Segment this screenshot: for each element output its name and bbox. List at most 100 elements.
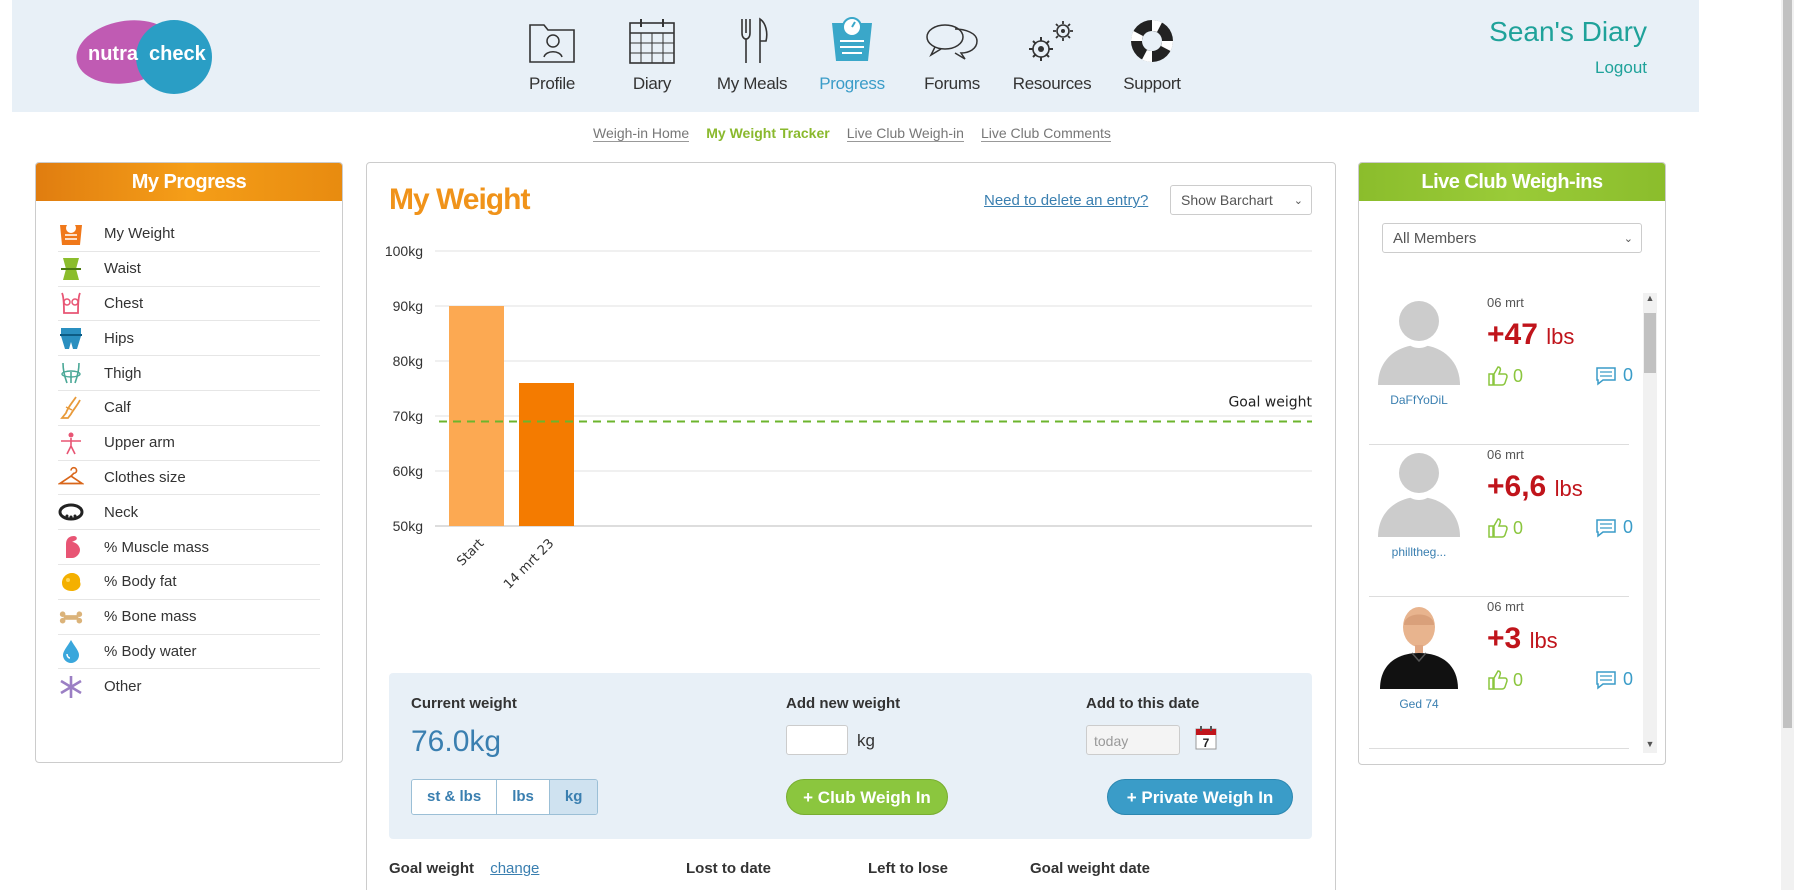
comment-count: 0: [1623, 365, 1634, 385]
avatar[interactable]: [1374, 445, 1464, 537]
nav-label: My Meals: [716, 74, 788, 93]
neck-icon: [58, 499, 84, 525]
chart-type-value: Show Barchart: [1181, 192, 1273, 208]
progress-item-upper-arm[interactable]: Upper arm: [58, 426, 320, 461]
progress-item-body-fat[interactable]: % Body fat: [58, 565, 320, 600]
weight-change-value: +47: [1487, 318, 1538, 351]
page-scroll-thumb[interactable]: [1783, 0, 1792, 728]
scroll-up-arrow-icon[interactable]: ▲: [1643, 293, 1657, 307]
progress-item-label: Other: [104, 678, 142, 696]
goal-weight-stat: Goal weight change: [389, 860, 539, 877]
page-scrollbar[interactable]: [1781, 0, 1794, 890]
nutracheck-logo[interactable]: nutra check: [74, 14, 219, 94]
progress-item-muscle-mass[interactable]: % Muscle mass: [58, 530, 320, 565]
progress-item-waist[interactable]: Waist: [58, 252, 320, 287]
my-weight-panel: My Weight Need to delete an entry? Show …: [366, 162, 1336, 890]
my-weight-title: My Weight: [389, 183, 530, 216]
calendar-icon: [624, 16, 680, 66]
nav-diary[interactable]: Diary: [602, 16, 702, 94]
nav-label: Profile: [528, 74, 576, 93]
new-weight-unit: kg: [857, 731, 875, 750]
nav-profile[interactable]: Profile: [502, 16, 602, 94]
like-button[interactable]: 0: [1487, 669, 1523, 691]
subnav-live-club-comments[interactable]: Live Club Comments: [980, 125, 1111, 142]
feed-scroll-thumb[interactable]: [1644, 313, 1656, 373]
logo-text-right: check: [149, 43, 207, 65]
progress-item-my-weight[interactable]: My Weight: [58, 217, 320, 252]
progress-item-thigh[interactable]: Thigh: [58, 356, 320, 391]
my-progress-panel: My Progress My Weight Waist Chest Hips T…: [35, 162, 343, 763]
weigh-in-date: 06 mrt: [1487, 599, 1524, 614]
comment-icon: [1596, 670, 1616, 690]
progress-item-calf[interactable]: Calf: [58, 391, 320, 426]
subnav-weigh-in-home[interactable]: Weigh-in Home: [593, 125, 690, 142]
comment-button[interactable]: 0: [1595, 669, 1633, 690]
calendar-icon[interactable]: 7: [1195, 726, 1217, 755]
comment-button[interactable]: 0: [1595, 517, 1633, 538]
thumbs-up-icon: [1488, 670, 1508, 690]
feed-item: philltheg... 06 mrt +6,6 lbs 0 0: [1369, 445, 1633, 597]
progress-item-chest[interactable]: Chest: [58, 287, 320, 322]
chat-bubbles-icon: [924, 16, 980, 66]
private-weigh-in-button[interactable]: + Private Weigh In: [1107, 779, 1293, 815]
avatar[interactable]: [1374, 293, 1464, 385]
y-tick-label: 70kg: [393, 408, 423, 424]
progress-item-other[interactable]: Other: [58, 669, 320, 704]
fork-knife-icon: [724, 16, 780, 66]
nav-forums[interactable]: Forums: [902, 16, 1002, 94]
weigh-in-date: 06 mrt: [1487, 295, 1524, 310]
member-name[interactable]: philltheg...: [1369, 545, 1469, 559]
unit-tab-lbs[interactable]: lbs: [497, 780, 550, 814]
chevron-down-icon: ⌄: [1293, 195, 1303, 207]
logout-link[interactable]: Logout: [1595, 58, 1647, 78]
scroll-down-arrow-icon[interactable]: ▼: [1643, 739, 1657, 753]
unit-tab-st-lbs[interactable]: st & lbs: [412, 780, 498, 814]
new-weight-input[interactable]: [786, 725, 848, 755]
upper-arm-icon: [58, 430, 84, 456]
progress-item-label: % Muscle mass: [104, 538, 210, 556]
progress-item-clothes-size[interactable]: Clothes size: [58, 461, 320, 496]
avatar[interactable]: [1374, 597, 1464, 689]
progress-item-label: Chest: [104, 294, 144, 312]
unit-tab-kg[interactable]: kg: [549, 780, 598, 814]
progress-item-label: % Bone mass: [104, 608, 197, 626]
chart-type-select[interactable]: Show Barchart ⌄: [1170, 185, 1312, 215]
member-name[interactable]: DaFfYoDiL: [1369, 393, 1469, 407]
members-filter-select[interactable]: All Members ⌄: [1382, 223, 1642, 253]
nav-label: Progress: [819, 74, 885, 93]
nav-label: Diary: [632, 74, 672, 93]
nav-support[interactable]: Support: [1102, 16, 1202, 94]
current-weight-value: 76.0kg: [411, 725, 502, 758]
comment-count: 0: [1623, 517, 1634, 537]
nav-resources[interactable]: Resources: [1002, 16, 1102, 94]
feed-scrollbar[interactable]: ▲ ▼: [1643, 293, 1657, 753]
member-name[interactable]: Ged 74: [1369, 697, 1469, 711]
progress-item-label: Upper arm: [104, 434, 175, 452]
subnav-my-weight-tracker[interactable]: My Weight Tracker: [706, 125, 829, 142]
add-weight-label: Add new weight: [786, 695, 901, 712]
club-weigh-in-button[interactable]: + Club Weigh In: [786, 779, 948, 815]
comment-button[interactable]: 0: [1595, 365, 1633, 386]
profile-folder-icon: [524, 16, 580, 66]
comment-count: 0: [1623, 669, 1634, 689]
date-input[interactable]: today: [1086, 725, 1180, 755]
nav-progress[interactable]: Progress: [802, 16, 902, 94]
progress-item-label: Clothes size: [104, 468, 186, 486]
progress-item-label: Neck: [104, 503, 139, 521]
scale-icon: [58, 221, 84, 247]
like-button[interactable]: 0: [1487, 365, 1523, 387]
progress-item-neck[interactable]: Neck: [58, 495, 320, 531]
progress-item-bone-mass[interactable]: % Bone mass: [58, 600, 320, 635]
progress-item-body-water[interactable]: % Body water: [58, 635, 320, 670]
live-club-title: Live Club Weigh-ins: [1359, 163, 1665, 201]
subnav-live-club-weigh-in[interactable]: Live Club Weigh-in: [846, 125, 964, 142]
like-button[interactable]: 0: [1487, 517, 1523, 539]
members-filter-value: All Members: [1393, 230, 1477, 247]
weight-chart: 50kg 60kg 70kg 80kg 90kg 100kg Start 14 mrt 23 G…: [385, 243, 1313, 592]
nav-label: Resources: [1012, 74, 1092, 93]
progress-item-hips[interactable]: Hips: [58, 321, 320, 357]
change-goal-link[interactable]: change: [490, 860, 539, 877]
water-drop-icon: [58, 638, 84, 664]
nav-my-meals[interactable]: My Meals: [702, 16, 802, 94]
delete-entry-link[interactable]: Need to delete an entry?: [984, 192, 1148, 209]
